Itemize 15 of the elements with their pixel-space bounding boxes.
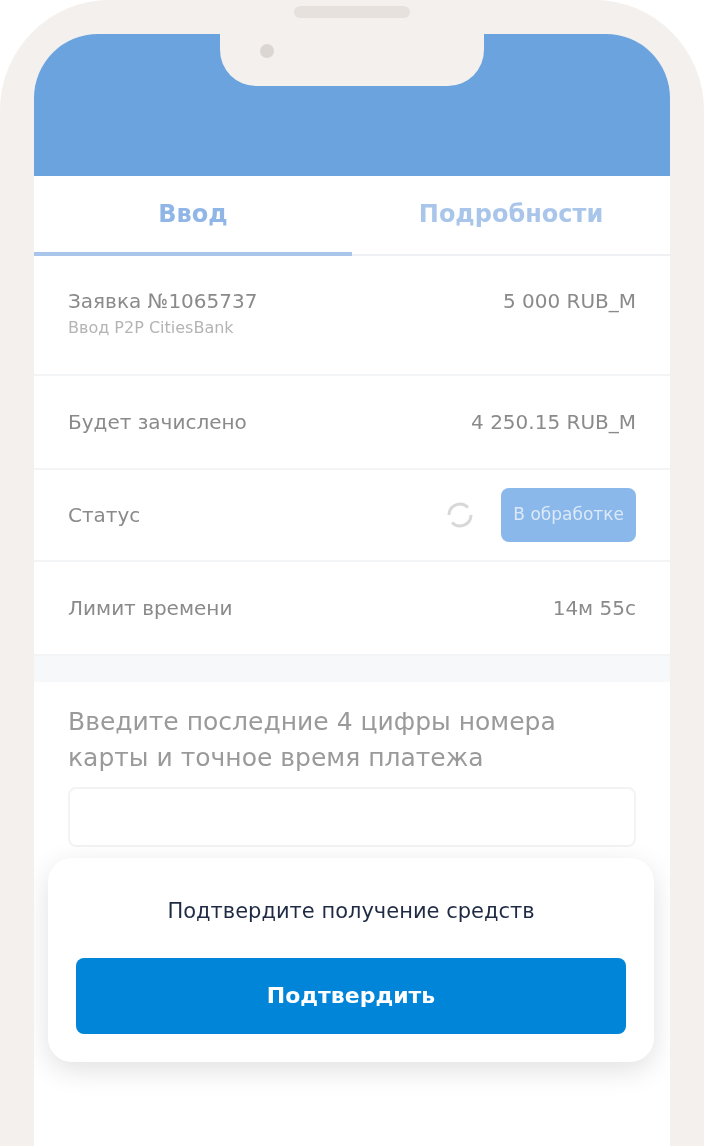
tab[interactable]: Подробности bbox=[352, 176, 670, 256]
tab[interactable]: Ввод bbox=[34, 176, 352, 256]
order-subtitle: Ввод P2P CitiesBank bbox=[68, 317, 235, 339]
status-badge: В обработке bbox=[501, 488, 636, 542]
order-amount: 5 000 RUB_M bbox=[502, 288, 636, 315]
instruction-text: Введите последние 4 цифры номера карты и точное время платежа bbox=[67, 706, 557, 775]
camera-icon bbox=[260, 44, 274, 58]
confirm-button[interactable]: Подтвердить bbox=[76, 957, 626, 1034]
detail-value: 4 250.15 RUB_M bbox=[471, 409, 636, 436]
order-title: Заявка №1065737 bbox=[68, 288, 258, 315]
detail-label: Будет зачислено bbox=[68, 409, 247, 436]
confirm-message: Подтвердите получение средств bbox=[167, 898, 535, 925]
detail-value: 14м 55с bbox=[552, 595, 636, 622]
detail-label: Лимит времени bbox=[68, 595, 233, 622]
detail-label: Статус bbox=[68, 502, 141, 529]
